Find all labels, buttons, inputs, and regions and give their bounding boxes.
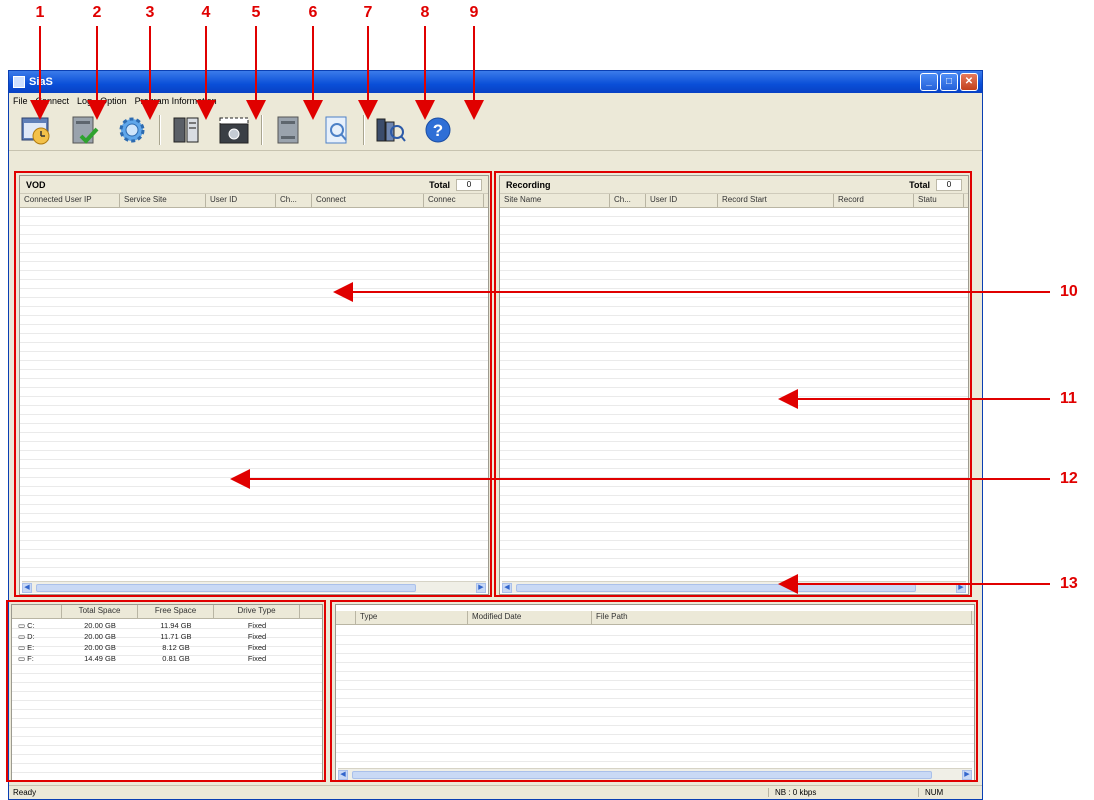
callout-12: 12	[1060, 470, 1078, 487]
maximize-button[interactable]: □	[940, 73, 958, 91]
toolbar-button-3[interactable]	[113, 112, 151, 148]
title-bar: SiaS _ □ ✕	[9, 71, 982, 93]
minimize-button[interactable]: _	[920, 73, 938, 91]
toolbar-separator	[159, 114, 161, 145]
callout-10: 10	[1060, 283, 1078, 300]
server-icon	[277, 116, 299, 143]
callout-3: 3	[145, 4, 155, 21]
clapper-icon	[219, 117, 249, 143]
menu-file[interactable]: File	[13, 96, 28, 106]
menu-program-information[interactable]: Program Information	[135, 96, 217, 106]
toolbar: ?	[9, 109, 982, 151]
toolbar-button-6[interactable]	[269, 112, 307, 148]
menu-option[interactable]: Option	[100, 96, 127, 106]
server-check-icon	[72, 116, 99, 144]
app-icon	[13, 76, 25, 88]
callout-6: 6	[308, 4, 318, 21]
annotation-box-drives	[6, 600, 326, 782]
status-text: Ready	[13, 788, 37, 797]
svg-text:?: ?	[433, 121, 443, 140]
bandwidth-status: NB : 0 kbps	[768, 788, 918, 797]
menu-connect[interactable]: Connect	[36, 96, 70, 106]
toolbar-button-8[interactable]	[371, 112, 409, 148]
book-icon	[173, 117, 199, 142]
callout-1: 1	[35, 4, 45, 21]
callout-2: 2	[92, 4, 102, 21]
callout-5: 5	[251, 4, 261, 21]
document-search-icon	[325, 116, 347, 143]
film-search-icon	[376, 118, 406, 142]
numlock-status: NUM	[918, 788, 978, 797]
toolbar-button-2[interactable]	[65, 112, 103, 148]
callout-4: 4	[201, 4, 211, 21]
callout-8: 8	[420, 4, 430, 21]
menu-log[interactable]: Log	[77, 96, 92, 106]
toolbar-button-9[interactable]: ?	[419, 112, 457, 148]
toolbar-button-5[interactable]	[215, 112, 253, 148]
status-bar: Ready NB : 0 kbps NUM	[9, 785, 982, 799]
annotation-box-vod	[14, 171, 492, 597]
toolbar-button-1[interactable]	[17, 112, 55, 148]
monitor-clock-icon	[21, 117, 50, 144]
close-button[interactable]: ✕	[960, 73, 978, 91]
toolbar-separator	[261, 114, 263, 145]
callout-7: 7	[363, 4, 373, 21]
annotation-box-recording	[494, 171, 972, 597]
toolbar-button-4[interactable]	[167, 112, 205, 148]
callout-9: 9	[469, 4, 479, 21]
help-icon: ?	[425, 117, 451, 142]
gear-icon	[119, 117, 145, 142]
callout-11: 11	[1060, 390, 1077, 407]
menu-bar: File Connect Log Option Program Informat…	[9, 93, 982, 109]
annotation-box-files	[330, 600, 978, 782]
window-title: SiaS	[29, 76, 53, 88]
callout-13: 13	[1060, 575, 1078, 592]
toolbar-separator	[363, 114, 365, 145]
toolbar-button-7[interactable]	[317, 112, 355, 148]
